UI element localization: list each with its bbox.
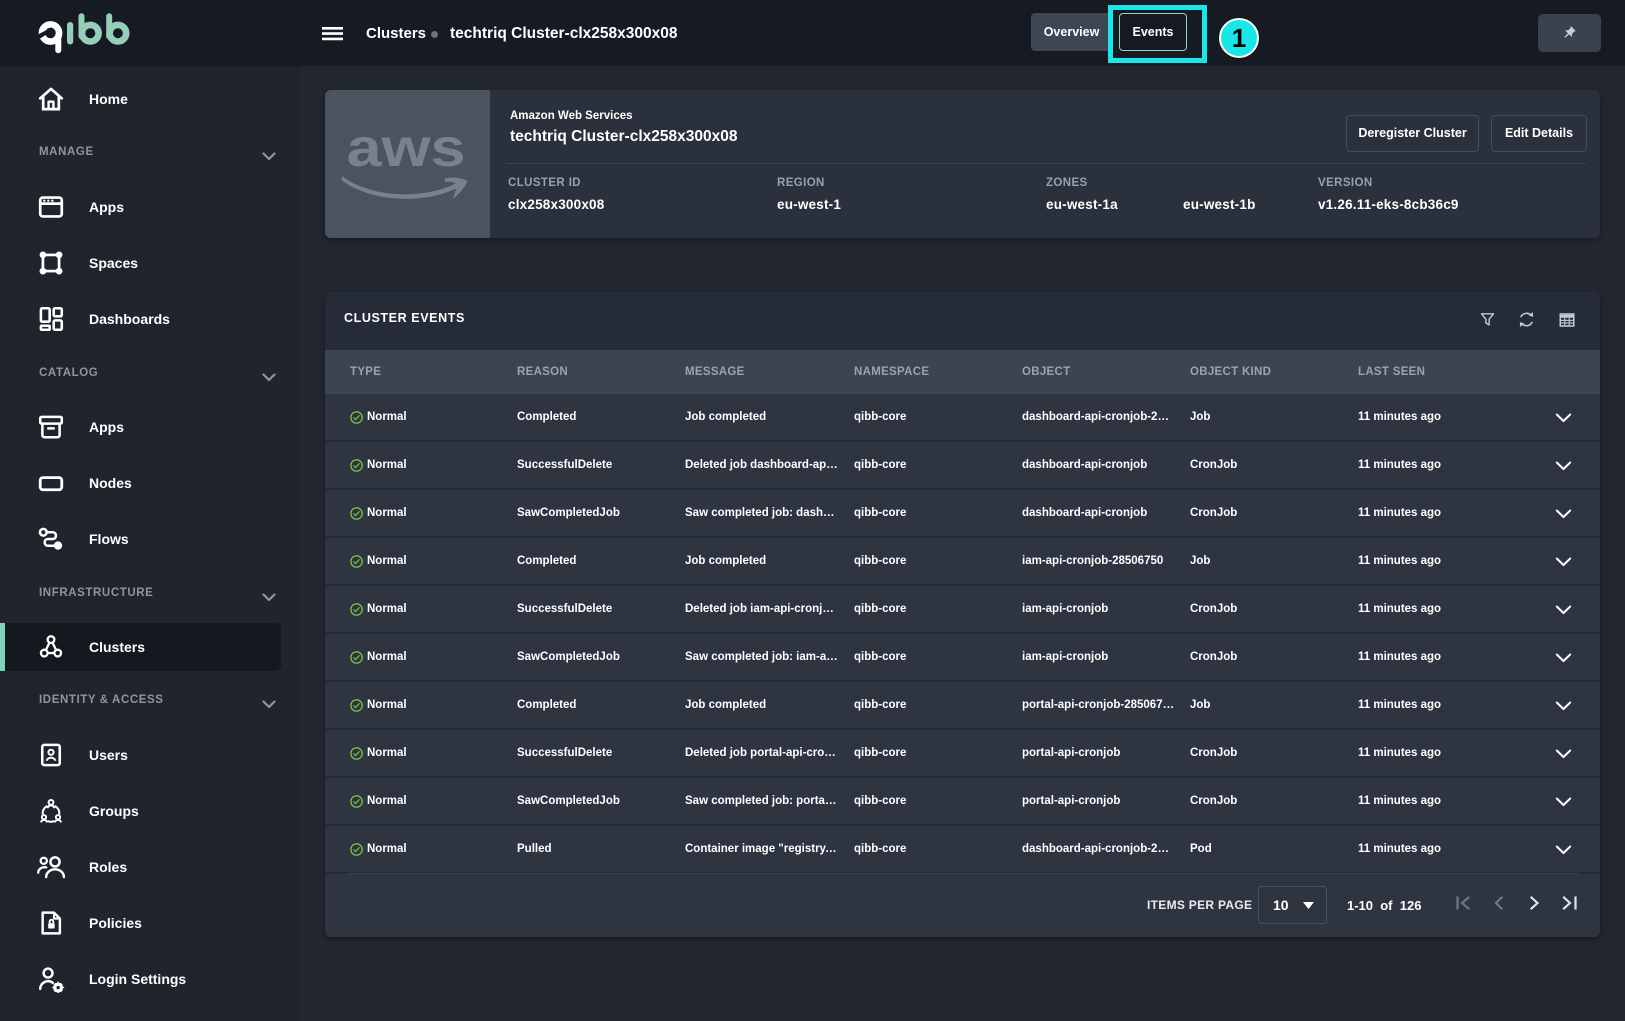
svg-text:aws: aws [347,122,466,178]
